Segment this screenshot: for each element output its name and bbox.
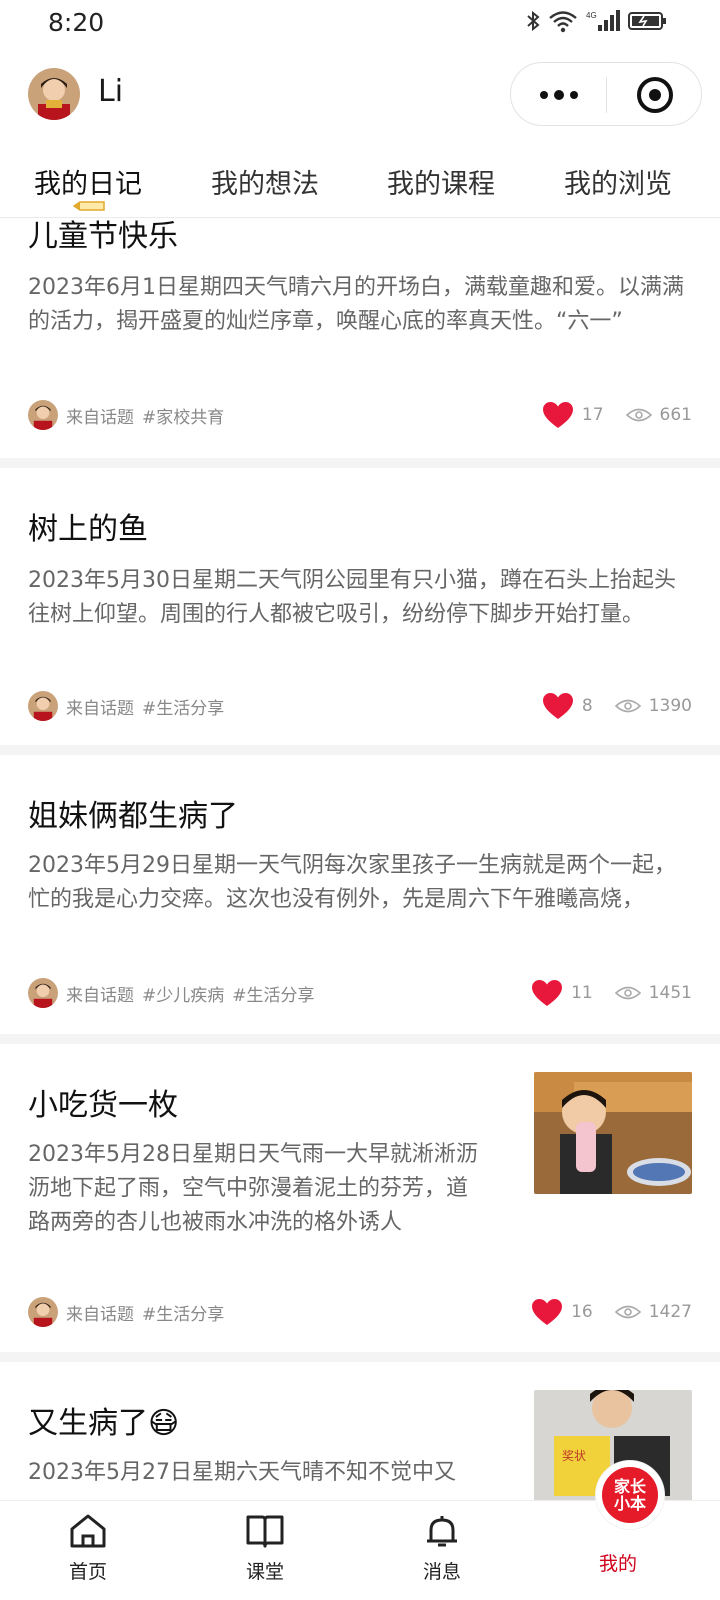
view-count: 1427: [648, 1302, 692, 1322]
post-stats: 8 1390: [542, 690, 692, 722]
tab-thoughts[interactable]: 我的想法: [211, 162, 319, 201]
tab-diary[interactable]: 我的日记: [34, 162, 142, 201]
more-dot-icon: [540, 91, 548, 99]
post-excerpt: 2023年5月29日星期一天气阴每次家里孩子一生病就是两个一起，忙的我是心力交瘁…: [28, 853, 676, 912]
home-icon: [70, 1514, 106, 1548]
post-source: 来自话题: [66, 698, 134, 719]
topic-tag[interactable]: #生活分享: [232, 981, 314, 1006]
diary-feed: 儿童节快乐 2023年6月1日星期四天气晴六月的开场白，满载童趣和爱。以满满的活…: [0, 218, 720, 1500]
book-icon: [246, 1515, 284, 1548]
avatar[interactable]: [28, 68, 80, 120]
diary-card[interactable]: 树上的鱼 2023年5月30日星期二天气阴公园里有只小猫，蹲在石头上抬起头往树上…: [0, 468, 720, 755]
post-stats: 17 661: [542, 399, 692, 431]
status-bar: 8:20 4G: [0, 0, 720, 46]
author-avatar: [28, 691, 58, 721]
topic-tag[interactable]: #生活分享: [142, 694, 224, 719]
more-dot-icon: [570, 91, 578, 99]
tab-history[interactable]: 我的浏览: [564, 162, 672, 201]
mini-program-capsule: [510, 62, 702, 126]
post-title: 儿童节快乐: [28, 219, 178, 254]
like-heart-icon[interactable]: [542, 401, 574, 429]
topic-tag[interactable]: #家校共育: [142, 403, 224, 428]
author-avatar: [28, 400, 58, 430]
view-count: 1390: [648, 696, 692, 716]
user-name: Li: [98, 74, 124, 109]
post-excerpt: 2023年5月30日星期二天气阴公园里有只小猫，蹲在石头上抬起头往树上仰望。周围…: [28, 568, 676, 627]
topic-tag[interactable]: #少儿疾病: [142, 981, 224, 1006]
post-title: 又生病了😷: [28, 1406, 180, 1441]
like-heart-icon[interactable]: [531, 979, 563, 1007]
tabbar-classroom[interactable]: 课堂: [215, 1513, 315, 1584]
tabbar-home[interactable]: 首页: [38, 1513, 138, 1584]
tabbar-label: 首页: [68, 1561, 107, 1583]
author-avatar: [28, 978, 58, 1008]
post-source: 来自话题: [66, 985, 134, 1006]
post-source: 来自话题: [66, 1304, 134, 1325]
post-title: 小吃货一枚: [28, 1088, 178, 1123]
diary-card[interactable]: 小吃货一枚 2023年5月28日星期日天气雨一大早就淅淅沥沥地下起了雨，空气中弥…: [0, 1044, 720, 1362]
tabbar-label: 消息: [422, 1561, 461, 1583]
brand-logo-button[interactable]: 家长小本: [596, 1461, 664, 1529]
topic-tag[interactable]: #生活分享: [142, 1300, 224, 1325]
post-meta: 来自话题 #少儿疾病 #生活分享: [28, 977, 323, 1009]
bell-icon: [427, 1516, 457, 1547]
eye-icon: [614, 699, 641, 713]
status-icons: 4G: [526, 9, 668, 33]
target-icon: [637, 77, 673, 113]
post-excerpt: 2023年5月27日星期六天气晴不知不觉中又: [28, 1460, 456, 1485]
content-tabs: 我的日记 我的想法 我的课程 我的浏览: [0, 150, 720, 218]
more-button[interactable]: [511, 63, 607, 127]
post-thumbnail: [534, 1072, 692, 1194]
like-count: 16: [571, 1302, 593, 1322]
signal-icon: 4G: [586, 10, 620, 31]
wifi-icon: [549, 11, 577, 33]
view-count: 1451: [648, 983, 692, 1003]
like-count: 17: [581, 405, 604, 425]
bottom-tab-bar: 首页 课堂 消息 我的 家长小本: [0, 1461, 720, 1600]
post-stats: 16 1427: [531, 1296, 692, 1328]
post-stats: 11 1451: [531, 977, 692, 1009]
pencil-indicator-icon: [72, 201, 105, 211]
network-type: 4G: [586, 11, 597, 20]
post-title: 树上的鱼: [28, 512, 148, 547]
author-avatar: [28, 1297, 58, 1327]
post-excerpt: 2023年6月1日星期四天气晴六月的开场白，满载童趣和爱。以满满的活力，揭开盛夏…: [28, 275, 684, 334]
eye-icon: [614, 986, 641, 1000]
post-meta: 来自话题 #家校共育: [28, 399, 232, 431]
post-meta: 来自话题 #生活分享: [28, 690, 232, 722]
diary-card[interactable]: 儿童节快乐 2023年6月1日星期四天气晴六月的开场白，满载童趣和爱。以满满的活…: [0, 218, 720, 468]
post-meta: 来自话题 #生活分享: [28, 1296, 232, 1328]
tabbar-label: 课堂: [245, 1561, 284, 1583]
eye-icon: [614, 1305, 641, 1319]
eye-icon: [625, 408, 652, 422]
tabbar-profile[interactable]: 我的: [568, 1545, 668, 1576]
like-count: 11: [571, 983, 593, 1003]
post-source: 来自话题: [66, 407, 134, 428]
svg-text:奖状: 奖状: [562, 1449, 586, 1463]
header: Li: [0, 56, 720, 132]
post-excerpt: 2023年5月28日星期日天气雨一大早就淅淅沥沥地下起了雨，空气中弥漫着泥土的芬…: [28, 1142, 478, 1235]
brand-logo-text: 家长小本: [613, 1477, 646, 1513]
close-button[interactable]: [607, 63, 703, 127]
post-title: 姐妹俩都生病了: [28, 799, 238, 834]
like-heart-icon[interactable]: [542, 692, 574, 720]
bluetooth-icon: [527, 10, 540, 32]
status-time: 8:20: [48, 8, 105, 37]
tabbar-label: 我的: [598, 1553, 637, 1575]
tab-courses[interactable]: 我的课程: [387, 162, 495, 201]
diary-card[interactable]: 姐妹俩都生病了 2023年5月29日星期一天气阴每次家里孩子一生病就是两个一起，…: [0, 755, 720, 1044]
like-count: 8: [581, 696, 593, 716]
tabbar-messages[interactable]: 消息: [392, 1513, 492, 1584]
view-count: 661: [659, 405, 692, 425]
like-heart-icon[interactable]: [531, 1298, 563, 1326]
battery-icon: [628, 12, 666, 30]
more-dot-icon: [554, 90, 564, 100]
